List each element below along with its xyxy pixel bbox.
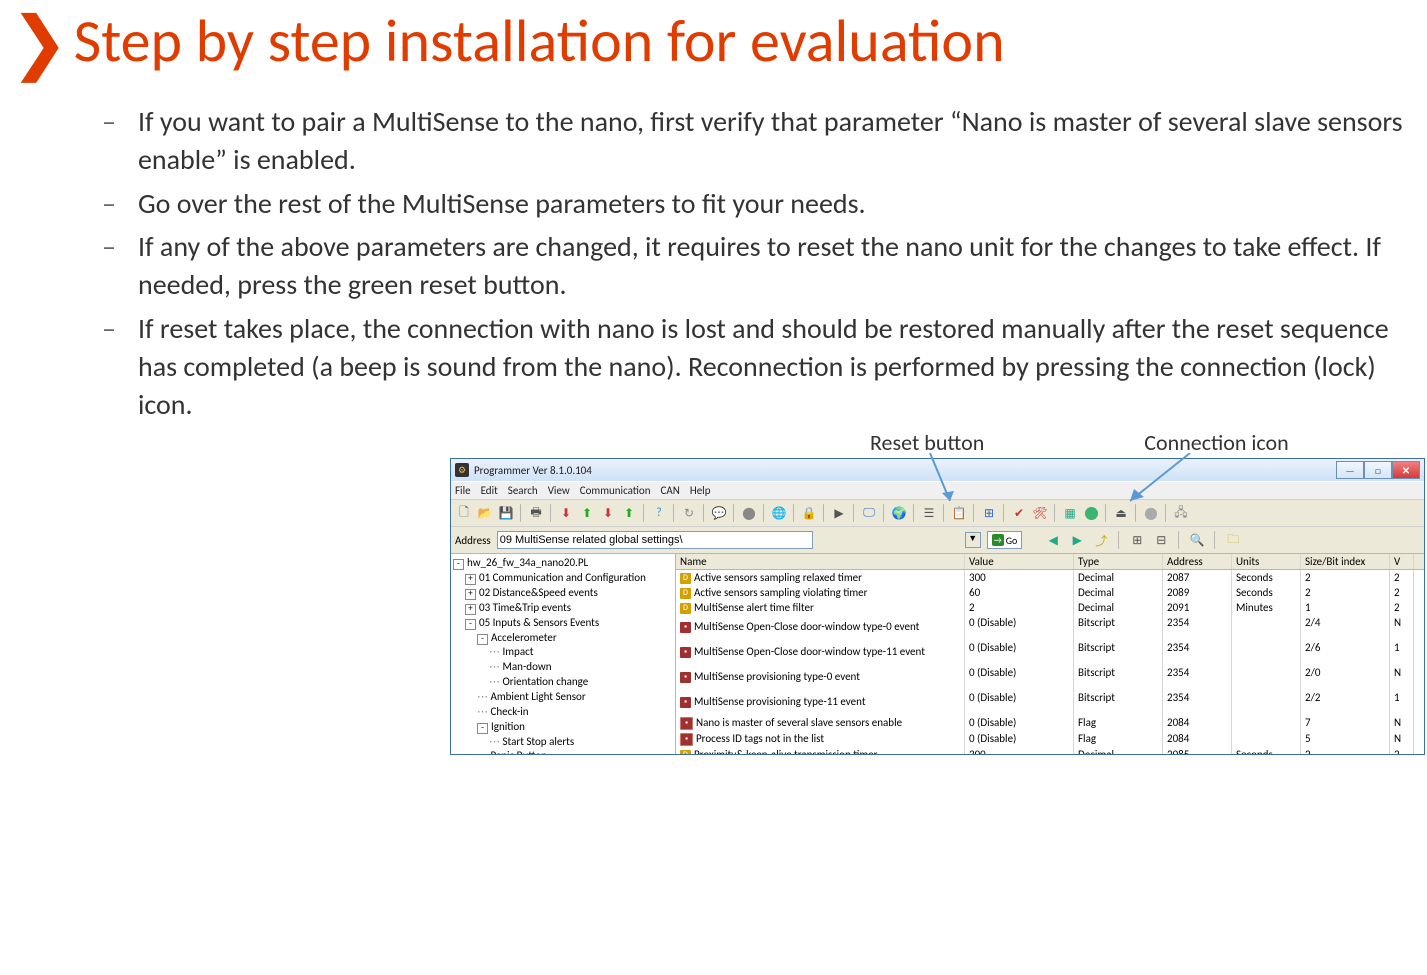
toolbar: 🗋 📂 💾 🖶 ⬇ ⬆ ⬇ ⬆ ? ↻ 💬 ⬤ 🌐: [451, 499, 1424, 526]
tree-node[interactable]: +03 Time&Trip events: [465, 601, 673, 616]
table-row[interactable]: DActive sensors sampling relaxed timer30…: [676, 570, 1424, 585]
collapse-all-icon[interactable]: ⊟: [1152, 531, 1170, 549]
tree-node[interactable]: ⋯ Start Stop alerts: [489, 735, 673, 750]
tree-node[interactable]: -05 Inputs & Sensors Events: [465, 616, 673, 631]
close-button[interactable]: ✕: [1392, 461, 1420, 479]
find-icon[interactable]: 🔍: [1188, 531, 1206, 549]
tree-node[interactable]: -Ignition: [477, 720, 673, 735]
col-size[interactable]: Size/Bit index: [1301, 554, 1390, 569]
connection-icon-label: Connection icon: [1144, 429, 1288, 456]
lock-icon[interactable]: 🔒: [800, 504, 818, 522]
reset-button[interactable]: [1082, 504, 1100, 522]
grey-circle-icon[interactable]: ⬤: [1142, 504, 1160, 522]
print-icon[interactable]: 🖶: [527, 504, 545, 522]
tree-node[interactable]: ⋯ Man-down: [489, 660, 673, 675]
tree-node[interactable]: ⋯ Ambient Light Sensor: [477, 690, 673, 705]
bullet-item: If any of the above parameters are chang…: [138, 228, 1407, 304]
parameter-grid: Name Value Type Address Units Size/Bit i…: [676, 554, 1424, 754]
tools-icon[interactable]: 🛠: [1031, 504, 1049, 522]
filter-icon[interactable]: ▶: [830, 504, 848, 522]
reset-button-label: Reset button: [870, 429, 984, 456]
open-icon[interactable]: 📂: [476, 504, 494, 522]
grid-header: Name Value Type Address Units Size/Bit i…: [676, 554, 1424, 570]
calc-icon[interactable]: ⊞: [980, 504, 998, 522]
back-icon[interactable]: ◀: [1044, 531, 1062, 549]
help-icon[interactable]: ?: [650, 504, 668, 522]
col-name[interactable]: Name: [676, 554, 965, 569]
table-row[interactable]: ▪MultiSense provisioning type-0 event0 (…: [676, 665, 1424, 690]
chat-icon[interactable]: 💬: [710, 504, 728, 522]
table-row[interactable]: ▪MultiSense provisioning type-11 event0 …: [676, 690, 1424, 715]
col-v[interactable]: V: [1390, 554, 1414, 569]
table-row[interactable]: DMultiSense alert time filter2Decimal209…: [676, 600, 1424, 615]
table-row[interactable]: ▪Nano is master of several slave sensors…: [676, 715, 1424, 731]
world-icon[interactable]: 🌍: [890, 504, 908, 522]
connection-icon[interactable]: 🖧: [1172, 504, 1190, 522]
tree-node[interactable]: ⋯ Impact: [489, 645, 673, 660]
table-row[interactable]: ▪Process ID tags not in the list0 (Disab…: [676, 731, 1424, 747]
up-icon[interactable]: ⤴: [1092, 531, 1110, 549]
bullet-item: If reset takes place, the connection wit…: [138, 310, 1407, 423]
tree-node[interactable]: ⋯ Check-in: [477, 705, 673, 720]
globe-icon[interactable]: 🌐: [770, 504, 788, 522]
chevron-right-icon: ❯: [10, 7, 69, 77]
refresh-icon[interactable]: ↻: [680, 504, 698, 522]
table-row[interactable]: DProximity& keep-alive transmission time…: [676, 747, 1424, 754]
app-icon: ⚙: [455, 463, 469, 477]
stop-icon[interactable]: ⬤: [740, 504, 758, 522]
tree-node[interactable]: -Accelerometer: [477, 631, 673, 646]
col-value[interactable]: Value: [965, 554, 1074, 569]
tree-node[interactable]: ⋯ Panic Button: [477, 749, 673, 754]
menu-edit[interactable]: Edit: [481, 484, 498, 497]
eject-icon[interactable]: ⏏: [1112, 504, 1130, 522]
programmer-window: ⚙ Programmer Ver 8.1.0.104 — □ ✕ File Ed…: [450, 458, 1425, 755]
menu-search[interactable]: Search: [508, 484, 538, 497]
tree-node[interactable]: ⋯ Orientation change: [489, 675, 673, 690]
save-icon[interactable]: 💾: [497, 504, 515, 522]
upload-green2-icon[interactable]: ⬆: [620, 504, 638, 522]
col-type[interactable]: Type: [1074, 554, 1163, 569]
upload-green-icon[interactable]: ⬆: [578, 504, 596, 522]
minimize-button[interactable]: —: [1336, 461, 1364, 479]
menu-view[interactable]: View: [548, 484, 570, 497]
page-title: Step by step installation for evaluation: [74, 5, 1005, 78]
table-row[interactable]: ▪MultiSense Open-Close door-window type-…: [676, 615, 1424, 640]
bullet-list: –If you want to pair a MultiSense to the…: [102, 103, 1407, 423]
col-address[interactable]: Address: [1163, 554, 1232, 569]
download-red2-icon[interactable]: ⬇: [599, 504, 617, 522]
menu-bar: File Edit Search View Communication CAN …: [451, 481, 1424, 499]
folder-icon[interactable]: 🗀: [1224, 531, 1242, 549]
tree-node[interactable]: +01 Communication and Configuration: [465, 571, 673, 586]
window-title: Programmer Ver 8.1.0.104: [474, 464, 592, 477]
table-row[interactable]: ▪MultiSense Open-Close door-window type-…: [676, 640, 1424, 665]
menu-can[interactable]: CAN: [661, 484, 680, 497]
tree-node[interactable]: -hw_26_fw_34a_nano20.PL: [453, 556, 673, 571]
clipboard-icon[interactable]: 📋: [950, 504, 968, 522]
menu-help[interactable]: Help: [690, 484, 711, 497]
maximize-button[interactable]: □: [1364, 461, 1392, 479]
go-button[interactable]: →Go: [987, 531, 1023, 549]
bullet-item: Go over the rest of the MultiSense param…: [138, 185, 1407, 223]
list-icon[interactable]: ☰: [920, 504, 938, 522]
check-icon[interactable]: ✔: [1010, 504, 1028, 522]
bullet-item: If you want to pair a MultiSense to the …: [138, 103, 1407, 179]
address-label: Address: [455, 534, 491, 547]
table-row[interactable]: DActive sensors sampling violating timer…: [676, 585, 1424, 600]
forward-icon[interactable]: ▶: [1068, 531, 1086, 549]
tree-view[interactable]: -hw_26_fw_34a_nano20.PL+01 Communication…: [451, 554, 676, 754]
menu-communication[interactable]: Communication: [580, 484, 651, 497]
expand-all-icon[interactable]: ⊞: [1128, 531, 1146, 549]
address-dropdown-icon[interactable]: ▼: [965, 532, 981, 548]
window-titlebar[interactable]: ⚙ Programmer Ver 8.1.0.104 — □ ✕: [451, 459, 1424, 481]
address-input[interactable]: [497, 531, 813, 549]
monitor-icon[interactable]: 🖵: [860, 504, 878, 522]
menu-file[interactable]: File: [455, 484, 471, 497]
col-units[interactable]: Units: [1232, 554, 1301, 569]
address-bar: Address ▼ →Go ◀ ▶ ⤴ ⊞ ⊟ 🔍 🗀: [451, 526, 1424, 553]
download-red-icon[interactable]: ⬇: [557, 504, 575, 522]
tree-node[interactable]: +02 Distance&Speed events: [465, 586, 673, 601]
new-icon[interactable]: 🗋: [455, 504, 473, 522]
green-square-icon[interactable]: ▦: [1061, 504, 1079, 522]
